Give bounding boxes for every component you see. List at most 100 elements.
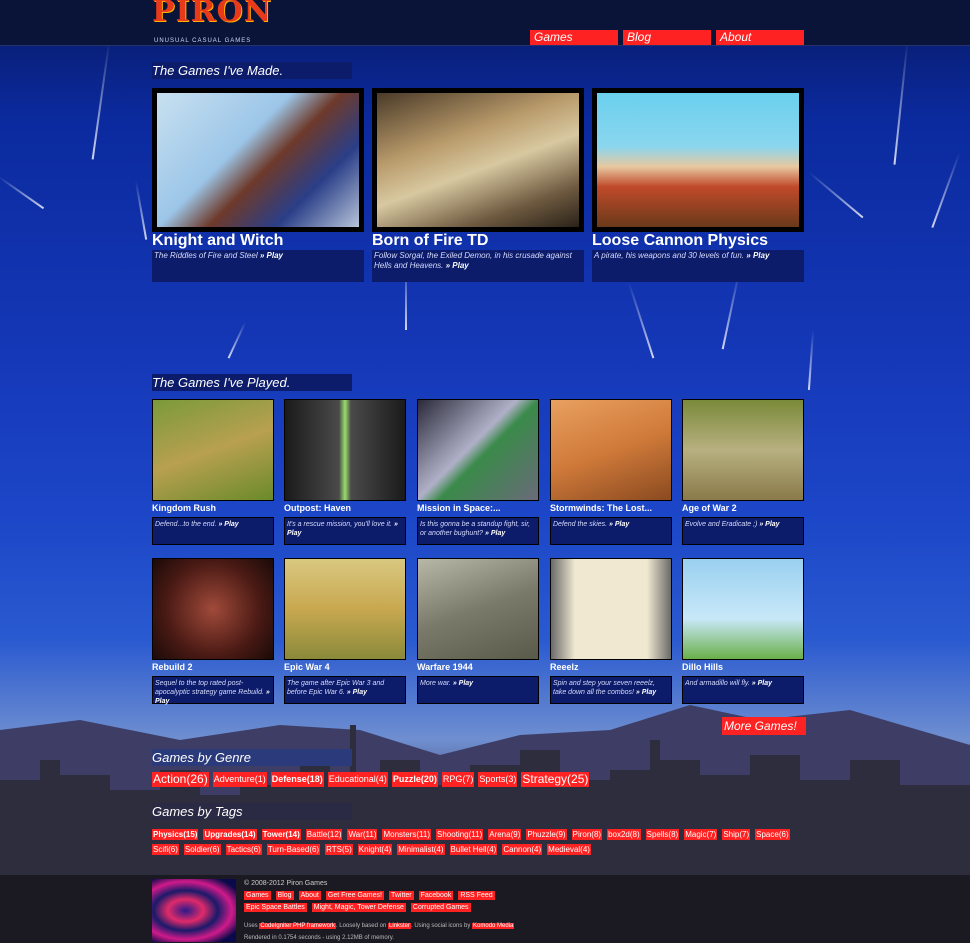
tag-item[interactable]: Tower(14)	[261, 829, 301, 840]
game-title[interactable]: Warfare 1944	[417, 660, 539, 676]
game-title[interactable]: Knight and Witch	[152, 232, 364, 250]
played-game-card[interactable]: Stormwinds: The Lost... Defend the skies…	[550, 399, 672, 545]
reeelz-thumbnail[interactable]	[550, 558, 672, 660]
born-of-fire-td-thumbnail[interactable]	[377, 93, 579, 227]
play-link[interactable]: » Play	[485, 530, 505, 537]
played-game-card[interactable]: Epic War 4 The game after Epic War 3 and…	[284, 558, 406, 704]
tag-item[interactable]: Magic(7)	[684, 829, 718, 840]
tag-item[interactable]: Space(6)	[755, 829, 790, 840]
tag-item[interactable]: Physics(15)	[152, 829, 199, 840]
play-link[interactable]: » Play	[759, 521, 779, 528]
genre-puzzle[interactable]: Puzzle(20)	[391, 772, 438, 787]
tag-item[interactable]: Scifi(6)	[152, 844, 179, 855]
dillo-hills-thumbnail[interactable]	[682, 558, 804, 660]
game-thumbnail-frame[interactable]	[152, 88, 364, 232]
footer-link[interactable]: Blog	[275, 891, 294, 900]
linkster-link[interactable]: Linkster	[387, 923, 411, 929]
played-game-card[interactable]: Age of War 2 Evolve and Eradicate ;) » P…	[682, 399, 804, 545]
play-link[interactable]: » Play	[446, 261, 469, 270]
nav-about[interactable]: About	[716, 30, 804, 45]
made-game-card[interactable]: Born of Fire TD Follow Sorgal, the Exile…	[372, 88, 584, 282]
footer-link[interactable]: Facebook	[418, 891, 454, 900]
nav-games[interactable]: Games	[530, 30, 618, 45]
made-game-card[interactable]: Loose Cannon Physics A pirate, his weapo…	[592, 88, 804, 282]
kingdom-rush-thumbnail[interactable]	[152, 399, 274, 501]
tag-item[interactable]: Ship(7)	[722, 829, 751, 840]
game-title[interactable]: Outpost: Haven	[284, 501, 406, 517]
game-title[interactable]: Age of War 2	[682, 501, 804, 517]
genre-rpg[interactable]: RPG(7)	[441, 772, 475, 787]
game-thumbnail-frame[interactable]	[372, 88, 584, 232]
game-title[interactable]: Epic War 4	[284, 660, 406, 676]
tag-item[interactable]: Spells(8)	[645, 829, 680, 840]
play-link[interactable]: » Play	[636, 689, 656, 696]
mission-in-space-thumbnail[interactable]	[417, 399, 539, 501]
played-game-card[interactable]: Mission in Space:... Is this gonna be a …	[417, 399, 539, 545]
tag-item[interactable]: Arena(9)	[488, 829, 522, 840]
footer-link[interactable]: RSS Feed	[458, 891, 495, 900]
genre-educational[interactable]: Educational(4)	[327, 772, 388, 787]
play-link[interactable]: » Play	[453, 680, 473, 687]
tag-item[interactable]: Bullet Hell(4)	[449, 844, 498, 855]
tag-item[interactable]: War(11)	[347, 829, 378, 840]
tag-item[interactable]: Minimalist(4)	[397, 844, 445, 855]
genre-defense[interactable]: Defense(18)	[270, 772, 324, 787]
game-title[interactable]: Reeelz	[550, 660, 672, 676]
footer-link[interactable]: Epic Space Battles	[244, 903, 307, 912]
footer-link[interactable]: About	[298, 891, 321, 900]
game-title[interactable]: Dillo Hills	[682, 660, 804, 676]
played-game-card[interactable]: Kingdom Rush Defend...to the end. » Play	[152, 399, 274, 545]
play-link[interactable]: » Play	[746, 251, 769, 260]
tag-item[interactable]: Monsters(11)	[382, 829, 432, 840]
warfare-1944-thumbnail[interactable]	[417, 558, 539, 660]
tag-item[interactable]: Knight(4)	[357, 844, 393, 855]
played-game-card[interactable]: Warfare 1944 More war. » Play	[417, 558, 539, 704]
play-link[interactable]: » Play	[609, 521, 629, 528]
stormwinds-thumbnail[interactable]	[550, 399, 672, 501]
tag-item[interactable]: Battle(12)	[305, 829, 343, 840]
footer-psychedelic-image[interactable]	[152, 879, 236, 942]
footer-link[interactable]: Might, Magic, Tower Defense	[311, 903, 406, 912]
tag-item[interactable]: box2d(8)	[607, 829, 641, 840]
footer-link[interactable]: Corrupted Games	[410, 903, 471, 912]
tag-item[interactable]: Soldier(6)	[183, 844, 221, 855]
game-thumbnail-frame[interactable]	[592, 88, 804, 232]
tag-item[interactable]: RTS(5)	[325, 844, 353, 855]
epic-war-4-thumbnail[interactable]	[284, 558, 406, 660]
knight-and-witch-thumbnail[interactable]	[157, 93, 359, 227]
game-title[interactable]: Born of Fire TD	[372, 232, 584, 250]
genre-adventure[interactable]: Adventure(1)	[212, 772, 267, 787]
play-link[interactable]: » Play	[347, 689, 367, 696]
game-title[interactable]: Mission in Space:...	[417, 501, 539, 517]
loose-cannon-physics-thumbnail[interactable]	[597, 93, 799, 227]
game-title[interactable]: Kingdom Rush	[152, 501, 274, 517]
genre-sports[interactable]: Sports(3)	[478, 772, 518, 787]
play-link[interactable]: » Play	[218, 521, 238, 528]
tag-item[interactable]: Phuzzle(9)	[526, 829, 567, 840]
footer-link[interactable]: Twitter	[388, 891, 414, 900]
nav-blog[interactable]: Blog	[623, 30, 711, 45]
played-game-card[interactable]: Dillo Hills And armadillo will fly. » Pl…	[682, 558, 804, 704]
footer-link[interactable]: Get Free Games!	[325, 891, 384, 900]
tag-item[interactable]: Piron(8)	[571, 829, 603, 840]
genre-strategy[interactable]: Strategy(25)	[521, 772, 590, 787]
tag-item[interactable]: Cannon(4)	[502, 844, 543, 855]
game-title[interactable]: Rebuild 2	[152, 660, 274, 676]
komodo-media-link[interactable]: Komodo Media	[472, 923, 515, 929]
game-title[interactable]: Stormwinds: The Lost...	[550, 501, 672, 517]
played-game-card[interactable]: Rebuild 2 Sequel to the top rated post-a…	[152, 558, 274, 705]
tag-item[interactable]: Tactics(6)	[225, 844, 262, 855]
play-link[interactable]: » Play	[260, 251, 283, 260]
played-game-card[interactable]: Reeelz Spin and step your seven reeelz, …	[550, 558, 672, 704]
rebuild-2-thumbnail[interactable]	[152, 558, 274, 660]
tag-item[interactable]: Upgrades(14)	[203, 829, 257, 840]
played-game-card[interactable]: Outpost: Haven It's a rescue mission, yo…	[284, 399, 406, 545]
made-game-card[interactable]: Knight and Witch The Riddles of Fire and…	[152, 88, 364, 282]
tag-item[interactable]: Shooting(11)	[436, 829, 484, 840]
game-title[interactable]: Loose Cannon Physics	[592, 232, 804, 250]
age-of-war-2-thumbnail[interactable]	[682, 399, 804, 501]
codeigniter-link[interactable]: CodeIgniter PHP framework	[259, 923, 336, 929]
genre-action[interactable]: Action(26)	[152, 772, 209, 787]
footer-link[interactable]: Games	[244, 891, 271, 900]
tag-item[interactable]: Medieval(4)	[547, 844, 591, 855]
